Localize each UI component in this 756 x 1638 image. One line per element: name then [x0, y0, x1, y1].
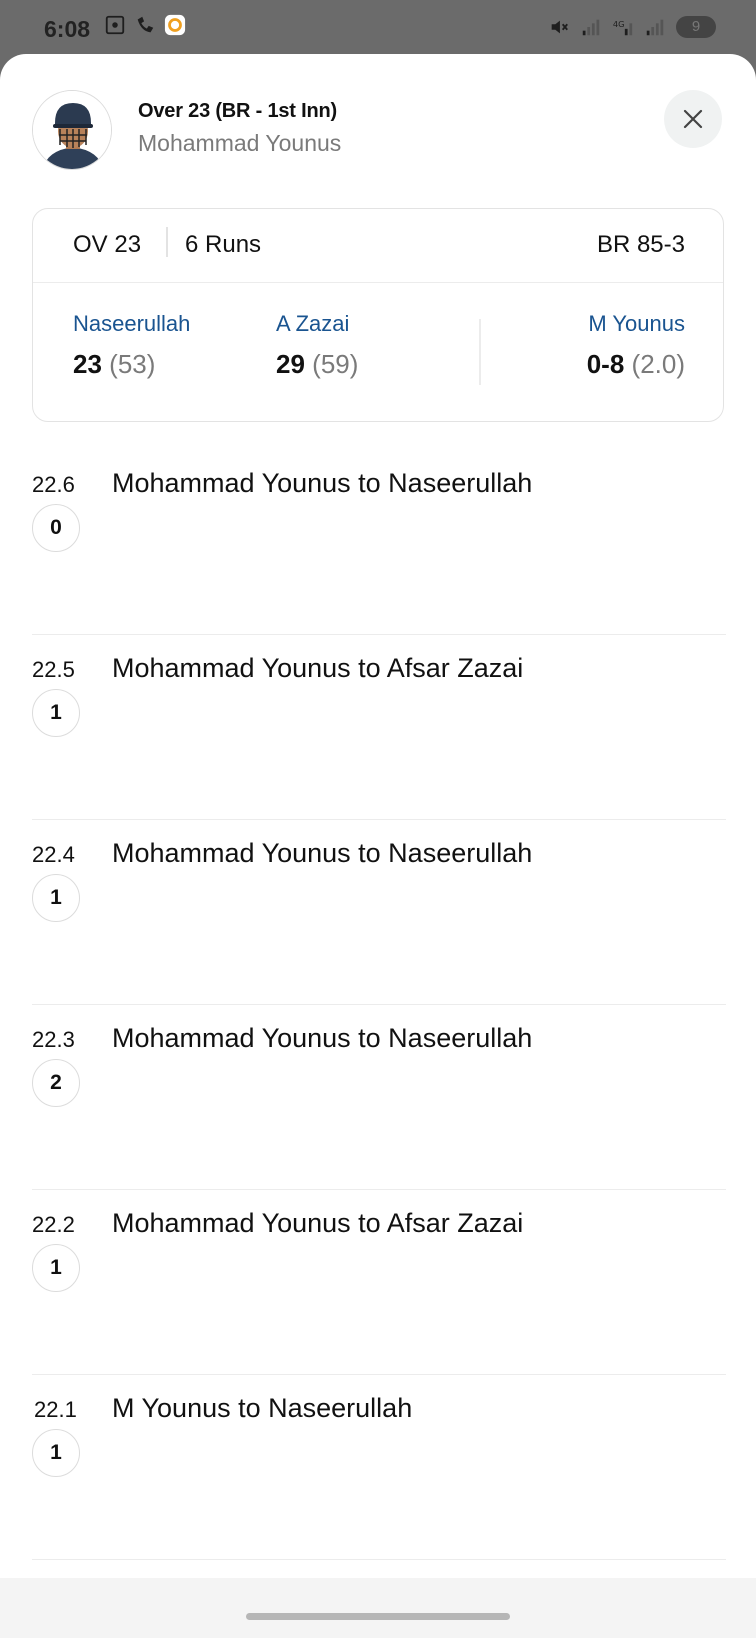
- signal-icon: [582, 19, 600, 36]
- cricket-player-icon: [33, 91, 111, 169]
- batter-name[interactable]: A Zazai: [276, 311, 358, 337]
- batter-runs: 29: [276, 349, 305, 379]
- over-runs: 6 Runs: [185, 231, 262, 258]
- ball-description: Mohammad Younus to Naseerullah: [112, 468, 533, 498]
- 4g-signal-icon: 4G: [613, 19, 633, 36]
- ball-number: 22.1: [34, 1397, 77, 1422]
- bowler-stat: M Younus 0-8 (2.0): [587, 311, 685, 380]
- batter-runs: 23: [73, 349, 102, 379]
- over-number: OV 23: [73, 231, 142, 258]
- batter-figures: 29 (59): [276, 349, 358, 380]
- ball-runs-badge: 1: [32, 1429, 80, 1477]
- ball-runs-badge: 1: [32, 689, 80, 737]
- ball-number: 22.3: [32, 1027, 75, 1052]
- list-item: 22.1 M Younus to Naseerullah 1: [32, 1375, 726, 1560]
- call-icon: [137, 16, 154, 33]
- over-detail-sheet: Over 23 (BR - 1st Inn) Mohammad Younus O…: [0, 54, 756, 1638]
- list-item: 22.3 Mohammad Younus to Naseerullah 2: [32, 1005, 726, 1190]
- batter-balls: (53): [109, 349, 156, 379]
- bowler-overs: (2.0): [631, 349, 685, 379]
- over-summary-card: OV 23 6 Runs BR 85-3 Naseerullah 23 (53)…: [32, 208, 724, 422]
- batter-name[interactable]: Naseerullah: [73, 311, 190, 337]
- bowler-short-name[interactable]: M Younus: [587, 311, 685, 337]
- ball-runs-badge: 1: [32, 874, 80, 922]
- list-item: 22.2 Mohammad Younus to Afsar Zazai 1: [32, 1190, 726, 1375]
- divider: [166, 227, 168, 257]
- svg-text:4G: 4G: [613, 19, 625, 29]
- ball-description: Mohammad Younus to Afsar Zazai: [112, 1208, 524, 1238]
- list-item: 22.4 Mohammad Younus to Naseerullah 1: [32, 820, 726, 1005]
- bowler-wickets-runs: 0-8: [586, 349, 625, 379]
- batter-balls: (59): [312, 349, 359, 379]
- ball-description: M Younus to Naseerullah: [112, 1393, 413, 1423]
- ball-number: 22.2: [32, 1212, 75, 1237]
- ball-number: 22.5: [32, 657, 75, 682]
- status-bar: 6:08 4G 9: [0, 0, 756, 56]
- batter-stat: Naseerullah 23 (53): [73, 311, 190, 380]
- screenshot-icon: [105, 15, 125, 35]
- batter-figures: 23 (53): [73, 349, 190, 380]
- bowler-name: Mohammad Younus: [138, 130, 342, 156]
- app-notification-icon: [164, 14, 186, 36]
- team-score: BR 85-3: [596, 231, 685, 258]
- status-time: 6:08: [44, 16, 91, 42]
- close-button[interactable]: [664, 90, 722, 148]
- batter-stat: A Zazai 29 (59): [276, 311, 358, 380]
- navigation-bar: [0, 1578, 756, 1638]
- ball-runs-badge: 2: [32, 1059, 80, 1107]
- over-title: Over 23 (BR - 1st Inn): [138, 100, 337, 122]
- signal-icon: [646, 19, 664, 36]
- ball-runs-badge: 0: [32, 504, 80, 552]
- battery-icon: 9: [676, 16, 716, 38]
- divider: [479, 319, 481, 385]
- close-icon: [683, 109, 703, 129]
- ball-number: 22.4: [32, 842, 75, 867]
- ball-description: Mohammad Younus to Afsar Zazai: [112, 653, 524, 683]
- status-icons-right: 4G 9: [548, 16, 716, 38]
- ball-number: 22.6: [32, 472, 75, 497]
- list-item: 22.6 Mohammad Younus to Naseerullah 0: [32, 450, 726, 635]
- ball-runs-badge: 1: [32, 1244, 80, 1292]
- ball-description: Mohammad Younus to Naseerullah: [112, 838, 533, 868]
- home-indicator[interactable]: [246, 1613, 510, 1620]
- ball-description: Mohammad Younus to Naseerullah: [112, 1023, 533, 1053]
- status-icons-left: [104, 14, 186, 36]
- bowler-avatar: [32, 90, 112, 170]
- list-item: 22.5 Mohammad Younus to Afsar Zazai 1: [32, 635, 726, 820]
- over-summary-header: OV 23 6 Runs BR 85-3: [33, 209, 723, 283]
- mute-icon: [551, 20, 568, 34]
- bowler-figures: 0-8 (2.0): [587, 349, 685, 380]
